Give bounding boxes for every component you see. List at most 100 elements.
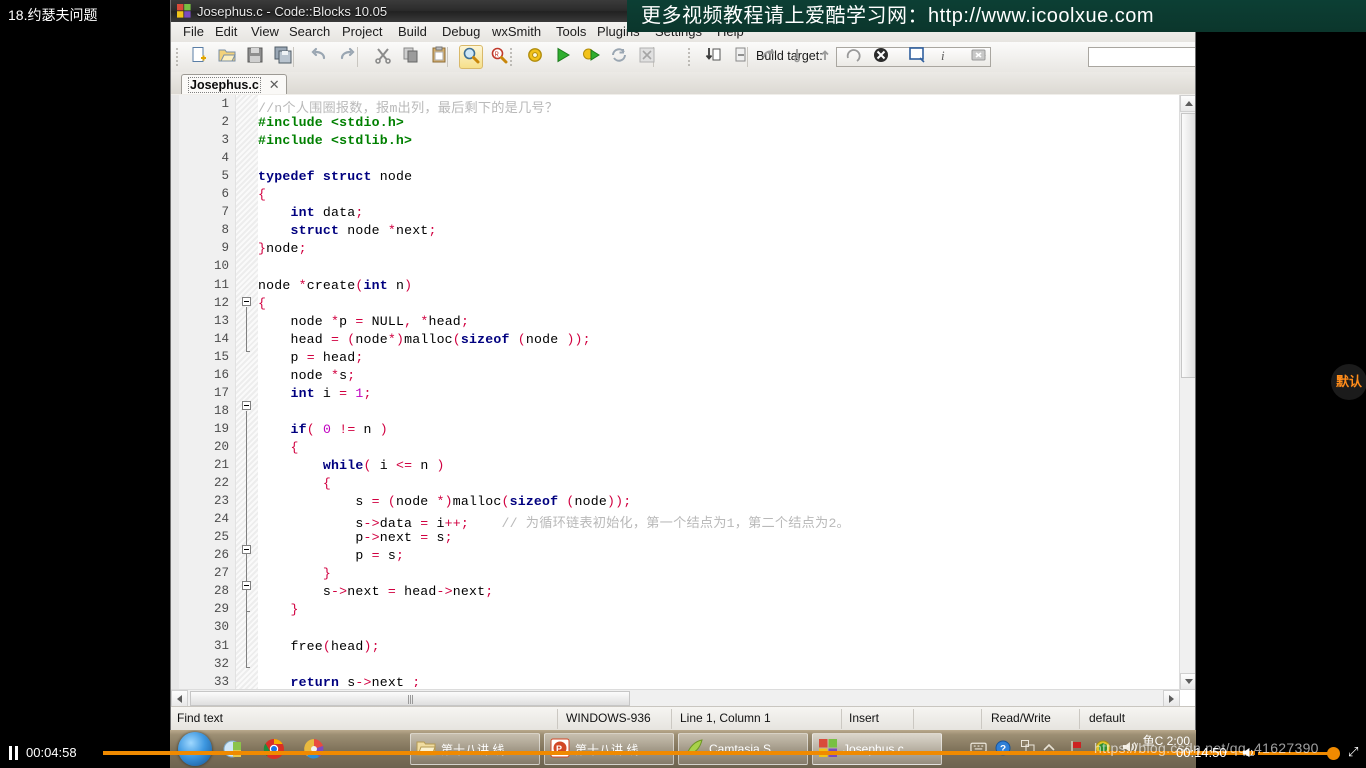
fold-marker-line22[interactable] xyxy=(242,581,251,590)
promo-banner: 更多视频教程请上爱酷学习网：http://www.icoolxue.com xyxy=(627,0,1366,32)
code-line[interactable]: //n个人围圈报数，报m出列，最后剩下的是几号？ xyxy=(258,97,558,116)
editor-vertical-scrollbar[interactable] xyxy=(1179,95,1195,690)
menu-item-debug[interactable]: Debug xyxy=(438,23,484,41)
code-line[interactable]: typedef struct node xyxy=(258,169,412,184)
redo-button[interactable] xyxy=(335,45,359,69)
code-line[interactable]: p = head; xyxy=(258,350,364,365)
horizontal-scroll-thumb[interactable] xyxy=(190,691,630,706)
debug-run-to-cursor-button[interactable] xyxy=(729,45,753,69)
code-line[interactable]: { xyxy=(258,187,266,202)
menu-item-file[interactable]: File xyxy=(179,23,208,41)
video-lesson-title: 18.约瑟夫问题 xyxy=(8,7,98,23)
code-line[interactable]: { xyxy=(258,296,266,311)
code-line[interactable]: node *p = NULL, *head; xyxy=(258,314,469,329)
toolbar-grip[interactable] xyxy=(687,47,691,67)
scroll-right-arrow-icon[interactable] xyxy=(1163,690,1180,707)
code-line[interactable]: return s->next ; xyxy=(258,675,420,687)
debug-window-button[interactable] xyxy=(905,45,929,69)
run-button[interactable] xyxy=(551,45,575,69)
rebuild-button[interactable] xyxy=(607,45,631,69)
code-line[interactable]: { xyxy=(258,476,331,491)
step-into-icon xyxy=(788,46,806,69)
code-line[interactable]: int data; xyxy=(258,205,364,220)
line-number: 18 xyxy=(213,403,229,418)
fold-marker-line6[interactable] xyxy=(242,297,251,306)
line-number: 26 xyxy=(213,548,229,563)
toolbar-search-box[interactable] xyxy=(1088,47,1195,67)
build-button[interactable] xyxy=(523,45,547,69)
code-line[interactable]: while( i <= n ) xyxy=(258,458,445,473)
editor-horizontal-scrollbar[interactable] xyxy=(171,689,1180,707)
debug-step-button[interactable] xyxy=(841,45,865,69)
fold-guide-end xyxy=(246,351,250,352)
line-number: 19 xyxy=(213,421,229,436)
code-line[interactable]: #include <stdio.h> xyxy=(258,115,404,130)
code-line[interactable]: } xyxy=(258,602,299,617)
menu-item-search[interactable]: Search xyxy=(285,23,334,41)
code-line[interactable]: int i = 1; xyxy=(258,386,372,401)
line-number: 6 xyxy=(221,187,229,202)
abort-button[interactable] xyxy=(635,45,659,69)
menu-item-tools[interactable]: Tools xyxy=(552,23,590,41)
video-seek-bar[interactable] xyxy=(103,751,1255,755)
code-line[interactable]: } xyxy=(258,566,331,581)
paste-button[interactable] xyxy=(427,45,451,69)
new-file-button[interactable] xyxy=(187,45,211,69)
debug-step-into-button[interactable] xyxy=(785,45,809,69)
debug-step-out-button[interactable] xyxy=(813,45,837,69)
code-line[interactable]: node *s; xyxy=(258,368,355,383)
save-button[interactable] xyxy=(243,45,267,69)
code-line[interactable]: struct node *next; xyxy=(258,223,437,238)
code-line[interactable]: s->data = i++; // 为循环链表初始化，第一个结点为1，第二个结点… xyxy=(258,512,850,531)
code-editor[interactable]: 1 2 3 4 5 6 7 8 9 10 11 12 13 14 15 16 17 18 19 20 21 22 23 24 2… xyxy=(171,94,1195,707)
line-number: 17 xyxy=(213,385,229,400)
menu-item-build[interactable]: Build xyxy=(394,23,431,41)
code-text-area[interactable]: //n个人围圈报数，报m出列，最后剩下的是几号？ #include <stdio.… xyxy=(258,95,1175,687)
quality-badge[interactable]: 默认 xyxy=(1331,364,1366,400)
info-icon: i xyxy=(936,46,954,69)
vertical-scroll-thumb[interactable] xyxy=(1181,113,1195,378)
debug-stop-button[interactable] xyxy=(869,45,893,69)
build-and-run-button[interactable] xyxy=(579,45,603,69)
code-line[interactable]: p->next = s; xyxy=(258,530,453,545)
menu-item-edit[interactable]: Edit xyxy=(211,23,241,41)
copy-button[interactable] xyxy=(399,45,423,69)
code-line[interactable]: s = (node *)malloc(sizeof (node)); xyxy=(258,494,631,509)
debug-continue-button[interactable] xyxy=(701,45,725,69)
code-folding-column[interactable] xyxy=(236,95,258,707)
code-line[interactable]: head = (node*)malloc(sizeof (node )); xyxy=(258,332,591,347)
find-button[interactable] xyxy=(459,45,483,69)
fold-marker-line20[interactable] xyxy=(242,545,251,554)
debug-next-line-button[interactable] xyxy=(757,45,781,69)
fold-marker-line12[interactable] xyxy=(242,401,251,410)
tab-josephus-c[interactable]: Josephus.c ✕ xyxy=(181,74,287,95)
status-access-mode: Read/Write xyxy=(991,711,1051,725)
debug-info-button[interactable]: i xyxy=(933,45,957,69)
scroll-down-arrow-icon[interactable] xyxy=(1180,673,1195,690)
code-line[interactable]: }node; xyxy=(258,241,307,256)
menu-item-wxsmith[interactable]: wxSmith xyxy=(488,23,545,41)
clear-search-button[interactable] xyxy=(967,45,991,69)
open-file-button[interactable] xyxy=(215,45,239,69)
code-line[interactable]: s->next = head->next; xyxy=(258,584,493,599)
code-line[interactable]: free(head); xyxy=(258,639,380,654)
menu-item-view[interactable]: View xyxy=(247,23,283,41)
fullscreen-icon[interactable]: ⤢ xyxy=(1348,744,1358,760)
toolbar-grip[interactable] xyxy=(175,47,179,67)
menu-item-project[interactable]: Project xyxy=(338,23,386,41)
code-line[interactable]: #include <stdlib.h> xyxy=(258,133,412,148)
pause-icon[interactable] xyxy=(8,746,20,760)
replace-button[interactable]: R xyxy=(487,45,511,69)
close-icon[interactable]: ✕ xyxy=(269,78,280,91)
undo-button[interactable] xyxy=(307,45,331,69)
cut-button[interactable] xyxy=(371,45,395,69)
save-all-button[interactable] xyxy=(271,45,295,69)
line-number: 12 xyxy=(213,295,229,310)
scroll-left-arrow-icon[interactable] xyxy=(171,690,188,707)
scroll-up-arrow-icon[interactable] xyxy=(1180,95,1195,112)
code-line[interactable]: { xyxy=(258,440,299,455)
code-line[interactable]: p = s; xyxy=(258,548,404,563)
code-line[interactable]: node *create(int n) xyxy=(258,278,412,293)
volume-knob[interactable] xyxy=(1327,747,1340,760)
code-line[interactable]: if( 0 != n ) xyxy=(258,422,388,437)
